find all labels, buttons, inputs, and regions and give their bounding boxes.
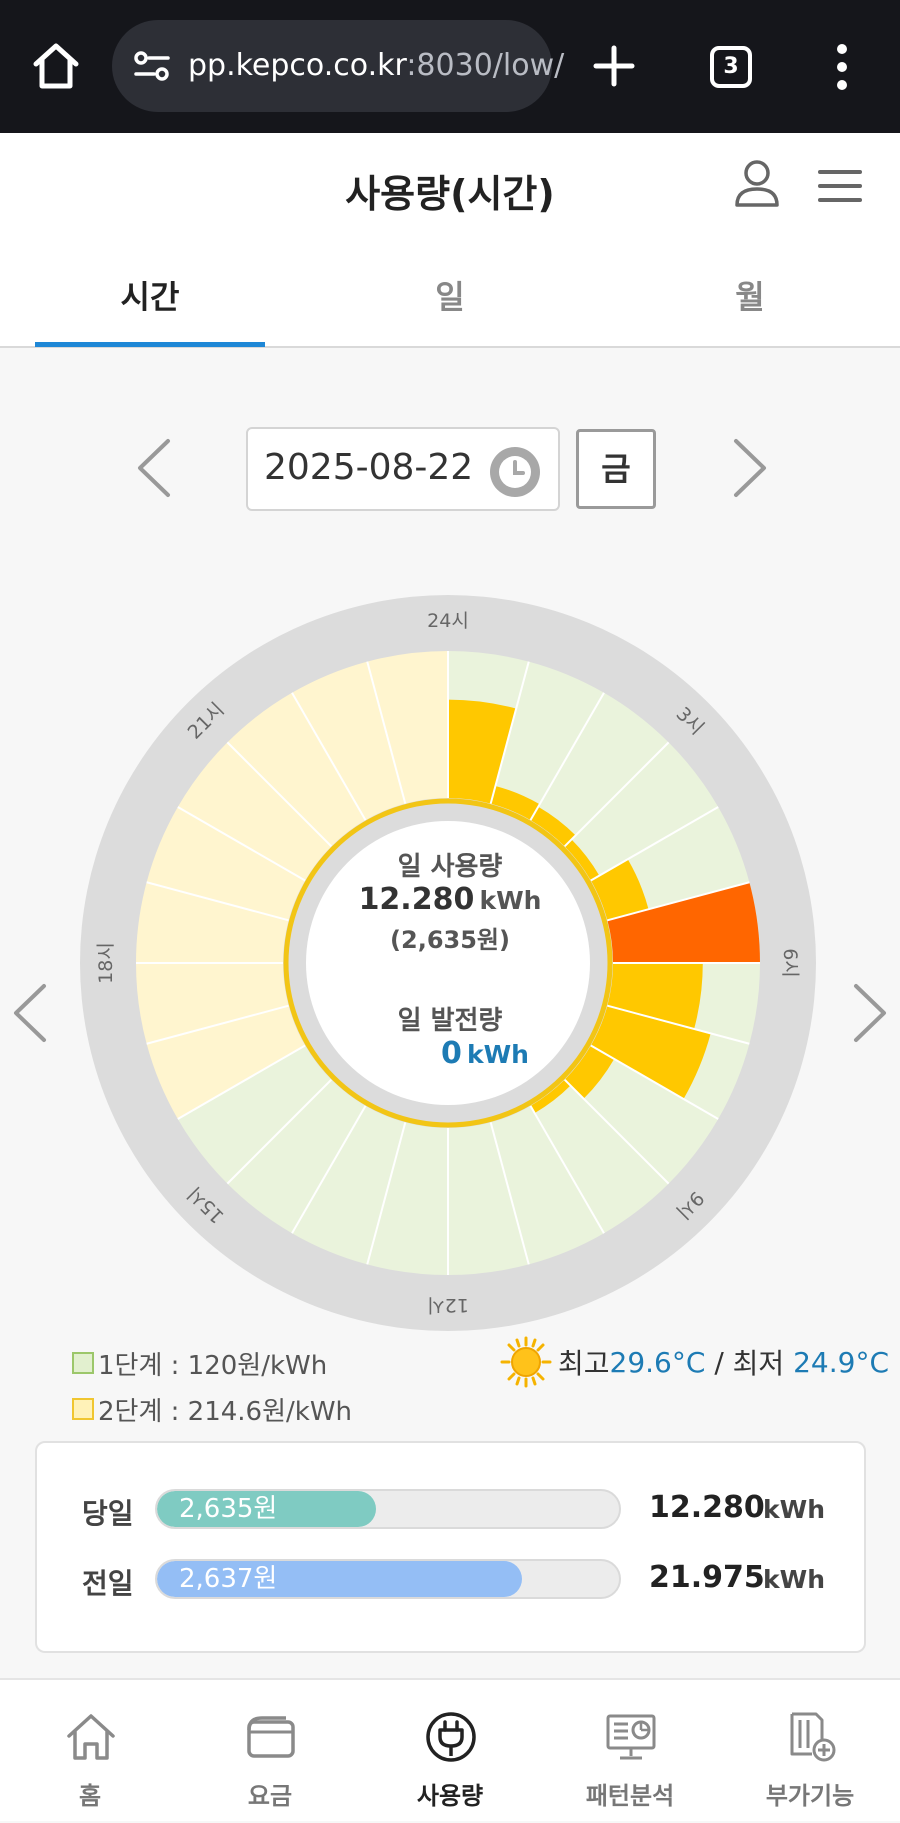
tier-legend: 1단계 : 120원/kWh 2단계 : 214.6원/kWh [72, 1340, 352, 1432]
legend-swatch-tier2 [72, 1398, 94, 1420]
nav-home[interactable]: 홈 [0, 1680, 180, 1823]
plug-icon [426, 1712, 476, 1762]
legend-label-tier1: 1단계 : 120원/kWh [98, 1350, 328, 1381]
wallet-icon [247, 1716, 295, 1758]
date-selector: 2025-08-22 금 [0, 425, 900, 515]
generation-value: 0 [441, 1036, 462, 1071]
low-temp-label: 최저 [732, 1347, 794, 1380]
tab-switcher-button[interactable]: 3 [710, 46, 752, 88]
hour-label: 24시 [427, 610, 469, 632]
usage-unit: kWh [479, 886, 542, 915]
nav-usage-label: 사용량 [416, 1782, 484, 1810]
user-icon[interactable] [733, 159, 781, 209]
comparison-bar-yesterday: 2,637원 [155, 1559, 621, 1599]
legend-label-tier2: 2단계 : 214.6원/kWh [98, 1396, 353, 1427]
site-settings-icon[interactable] [132, 48, 172, 84]
browser-more-icon[interactable] [830, 42, 854, 92]
usage-value: 12.280 [358, 882, 475, 917]
nav-extra-label: 부가기능 [765, 1782, 855, 1810]
usage-cost: (2,635원) [390, 926, 510, 954]
monitor-chart-icon [606, 1714, 656, 1760]
comparison-value-today: 12.280 [649, 1490, 765, 1525]
sun-icon [500, 1336, 552, 1388]
legend-item-tier2: 2단계 : 214.6원/kWh [72, 1386, 352, 1432]
tab-day[interactable]: 일 [350, 272, 550, 318]
nav-extra[interactable]: 부가기능 [720, 1680, 900, 1823]
active-tab-indicator [35, 342, 265, 347]
previous-date-icon[interactable] [132, 433, 176, 503]
comparison-unit-today: kWh [763, 1495, 825, 1524]
date-value: 2025-08-22 [264, 447, 474, 488]
temp-separator: / [705, 1345, 733, 1379]
clock-icon[interactable] [488, 445, 542, 499]
bottom-navigation: 홈 요금 사용량 패턴분석 부가기능 [0, 1678, 900, 1821]
comparison-unit-yesterday: kWh [763, 1565, 825, 1594]
period-tabs: 시간 일 월 [0, 248, 900, 348]
weather-info: 최고 29.6°C / 최저 24.9°C [500, 1336, 889, 1388]
browser-address-bar[interactable]: pp.kepco.co.kr:8030/low/ [112, 20, 564, 112]
home-icon [67, 1714, 115, 1760]
usage-comparison-card: 당일 2,635원 12.280 kWh 전일 2,637원 21.975 kW… [35, 1441, 866, 1653]
comparison-label-yesterday: 전일 [82, 1567, 134, 1600]
nav-home-label: 홈 [78, 1782, 102, 1810]
hamburger-menu-icon[interactable] [816, 167, 864, 205]
url-text: pp.kepco.co.kr:8030/low/ [188, 44, 564, 88]
usage-title: 일 사용량 [397, 852, 503, 882]
hour-label: 12시 [427, 1294, 469, 1316]
high-temp-value: 29.6°C [609, 1345, 706, 1379]
document-plus-icon [790, 1712, 836, 1762]
tab-hour[interactable]: 시간 [50, 272, 250, 318]
comparison-cost-today: 2,635원 [179, 1494, 278, 1524]
comparison-cost-yesterday: 2,637원 [179, 1564, 278, 1594]
generation-unit: kWh [466, 1040, 529, 1069]
nav-pattern-label: 패턴분석 [585, 1782, 675, 1810]
next-date-icon[interactable] [728, 433, 772, 503]
nav-bill-label: 요금 [247, 1782, 293, 1810]
browser-home-icon[interactable] [30, 40, 82, 92]
low-temp-value: 24.9°C [793, 1345, 889, 1379]
comparison-value-yesterday: 21.975 [649, 1560, 765, 1595]
generation-total: 0 kWh [0, 1036, 900, 1071]
browser-toolbar: pp.kepco.co.kr:8030/low/ 3 [0, 0, 900, 133]
weekday-badge: 금 [576, 429, 656, 509]
nav-bill[interactable]: 요금 [180, 1680, 360, 1823]
comparison-row-today: 당일 2,635원 12.280 kWh [37, 1485, 868, 1535]
hourly-usage-dial: 24시3시6시9시12시15시18시21시 [80, 595, 816, 1331]
comparison-row-yesterday: 전일 2,637원 21.975 kWh [37, 1555, 868, 1605]
legend-item-tier1: 1단계 : 120원/kWh [72, 1340, 352, 1386]
tab-month[interactable]: 월 [650, 272, 850, 318]
nav-pattern[interactable]: 패턴분석 [540, 1680, 720, 1823]
app-header: 사용량(시간) [0, 133, 900, 248]
comparison-label-today: 당일 [82, 1497, 134, 1530]
url-host: pp.kepco.co.kr [188, 48, 407, 83]
generation-title: 일 발전량 [397, 1006, 503, 1036]
date-picker[interactable]: 2025-08-22 [246, 427, 560, 511]
legend-swatch-tier1 [72, 1352, 94, 1374]
url-path: :8030/low/ [406, 48, 565, 83]
nav-usage[interactable]: 사용량 [360, 1680, 540, 1823]
new-tab-icon[interactable] [590, 42, 638, 90]
comparison-bar-today: 2,635원 [155, 1489, 621, 1529]
usage-total: 12.280 kWh [0, 882, 900, 917]
high-temp-label: 최고 [558, 1347, 610, 1380]
